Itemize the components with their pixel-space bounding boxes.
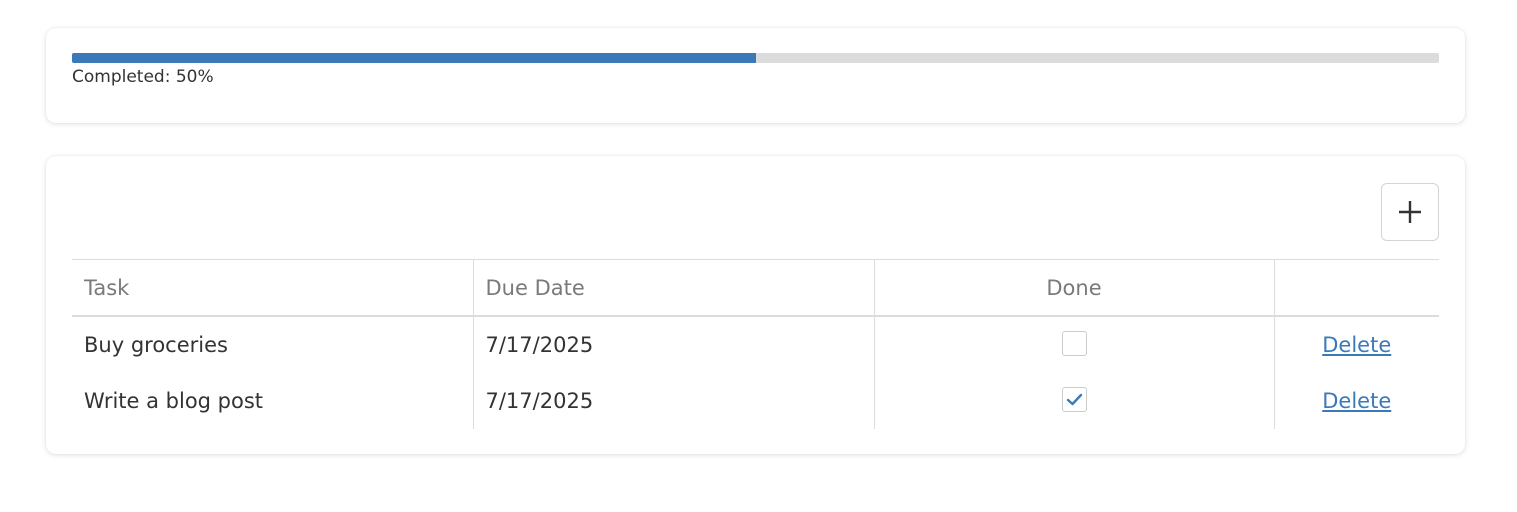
column-header-task[interactable]: Task [72,259,473,317]
done-checkbox[interactable] [1061,330,1087,356]
checkmark-icon [1066,393,1082,405]
column-header-actions [1273,259,1439,317]
task-name-cell: Buy groceries [84,333,228,357]
progress-card: Completed: 50% [46,28,1465,123]
tasks-card: Task Due Date Done Buy groceries 7/17/20… [46,156,1465,454]
plus-icon [1397,199,1423,225]
due-date-cell: 7/17/2025 [472,316,874,373]
table-row: Buy groceries 7/17/2025 Delete [72,316,1439,373]
due-date-cell: 7/17/2025 [472,373,874,429]
progress-bar [72,53,1439,63]
delete-link[interactable]: Delete [1322,333,1391,357]
delete-link[interactable]: Delete [1322,389,1391,413]
add-task-button[interactable] [1381,183,1439,241]
done-cell [873,316,1274,373]
column-header-due-date[interactable]: Due Date [472,259,874,317]
progress-bar-fill [72,53,756,63]
table-header-row: Task Due Date Done [72,259,1439,317]
table-row: Write a blog post 7/17/2025 Delete [72,373,1439,429]
action-cell: Delete [1273,373,1439,429]
progress-label: Completed: 50% [72,67,214,87]
action-cell: Delete [1273,316,1439,373]
done-cell [873,373,1274,429]
tasks-table: Task Due Date Done Buy groceries 7/17/20… [72,259,1439,429]
done-checkbox[interactable] [1061,386,1087,412]
column-header-done[interactable]: Done [873,259,1274,317]
task-name-cell: Write a blog post [84,389,264,413]
